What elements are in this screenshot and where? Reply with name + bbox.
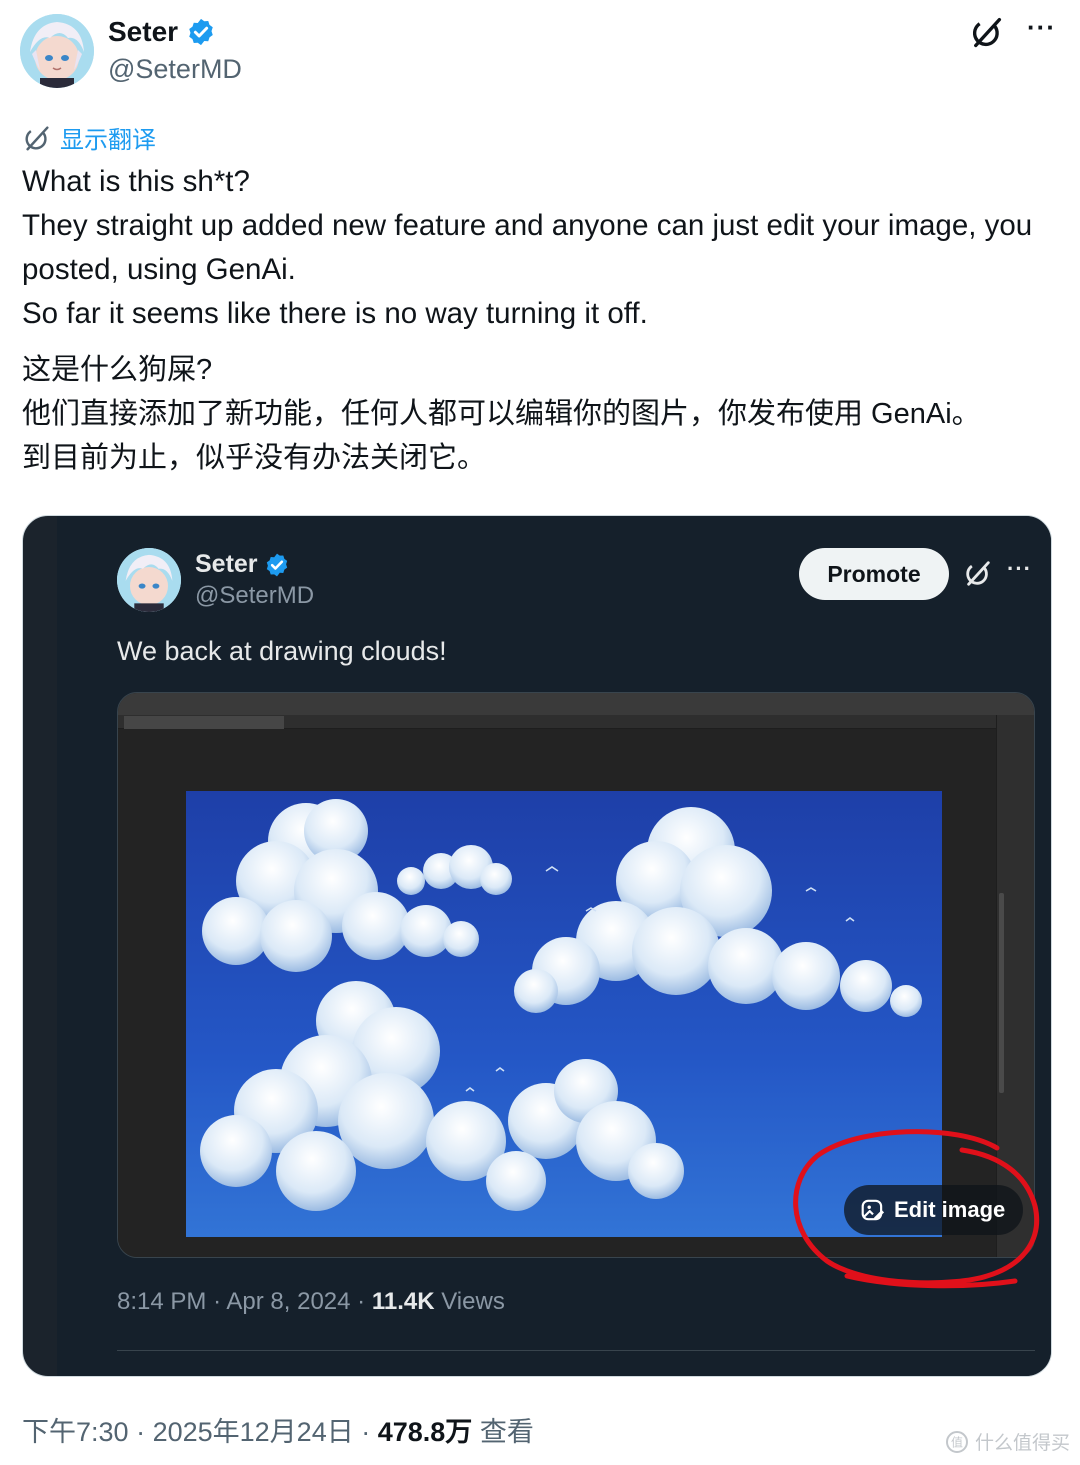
author-handle[interactable]: @SeterMD — [108, 54, 242, 85]
tweet-time[interactable]: 下午7:30 — [22, 1417, 129, 1447]
tweet-meta: 下午7:30 · 2025年12月24日 · 478.8万 查看 — [22, 1410, 534, 1449]
author-avatar[interactable] — [20, 14, 94, 88]
svg-text:值: 值 — [951, 1434, 963, 1449]
edit-image-icon — [860, 1197, 886, 1223]
watermark-text: 什么值得买 — [974, 1433, 1070, 1454]
translate-icon — [22, 123, 52, 153]
tweet-date[interactable]: 2025年12月24日 — [153, 1417, 354, 1447]
embedded-tweet-card: Seter @SeterMD Promote ··· We back at dr… — [57, 516, 1051, 1376]
embedded-more-icon: ··· — [1007, 556, 1032, 581]
embedded-views-label: Views — [441, 1288, 505, 1315]
embedded-meta-separator: · — [213, 1288, 227, 1315]
edit-image-button: Edit image — [844, 1185, 1024, 1235]
embedded-media: Edit image — [117, 692, 1035, 1258]
embedded-verified-badge-icon — [264, 552, 290, 578]
embedded-tweet-meta: 8:14 PM · Apr 8, 2024 · 11.4K Views — [117, 1288, 505, 1316]
grok-icon[interactable] — [969, 14, 1005, 50]
embedded-handle: @SeterMD — [195, 582, 315, 609]
photoshop-tab — [124, 716, 284, 729]
embedded-author-name-row: Seter — [195, 550, 290, 579]
more-icon[interactable]: ··· — [1027, 14, 1056, 50]
embedded-tweet-image[interactable]: Seter @SeterMD Promote ··· We back at dr… — [22, 515, 1052, 1377]
tweet-actions-top: ··· — [969, 14, 1056, 50]
embedded-divider — [117, 1350, 1035, 1351]
site-watermark: 值 什么值得买 — [945, 1428, 1070, 1455]
photoshop-tabbar — [118, 715, 1034, 729]
tweet-views-label: 查看 — [479, 1417, 534, 1447]
verified-badge-icon — [186, 17, 216, 47]
cloud-painting — [186, 791, 942, 1237]
tweet-text-zh: 这是什么狗屎? 他们直接添加了新功能，任何人都可以编辑你的图片，你发布使用 Ge… — [22, 354, 981, 474]
author-name-row: Seter — [108, 16, 216, 48]
author-display-name[interactable]: Seter — [108, 16, 178, 48]
watermark-logo-icon: 值 — [945, 1430, 969, 1454]
embedded-views-count: 11.4K — [371, 1288, 435, 1315]
embedded-meta-separator: · — [357, 1288, 372, 1315]
meta-separator: · — [361, 1417, 378, 1447]
embedded-grok-icon — [963, 558, 993, 588]
tweet-page: Seter @SeterMD ··· 显示翻译 What is this sh*… — [0, 0, 1080, 1465]
embedded-author-avatar — [117, 548, 181, 612]
embedded-tweet-time: 8:14 PM — [117, 1288, 207, 1315]
embedded-display-name: Seter — [195, 550, 258, 578]
promote-button: Promote — [799, 548, 949, 600]
tweet-views-count: 478.8万 — [377, 1417, 473, 1447]
translate-label[interactable]: 显示翻译 — [60, 120, 156, 155]
edit-image-label: Edit image — [894, 1197, 1006, 1222]
photoshop-scrollbar — [999, 893, 1004, 1093]
embedded-tweet-date: Apr 8, 2024 — [226, 1288, 351, 1315]
tweet-text-en: What is this sh*t? They straight up adde… — [22, 165, 1033, 330]
embedded-tweet-text: We back at drawing clouds! — [117, 636, 447, 666]
photoshop-toolbar — [118, 693, 1034, 715]
meta-separator: · — [136, 1417, 153, 1447]
translate-link[interactable]: 显示翻译 — [22, 120, 156, 155]
